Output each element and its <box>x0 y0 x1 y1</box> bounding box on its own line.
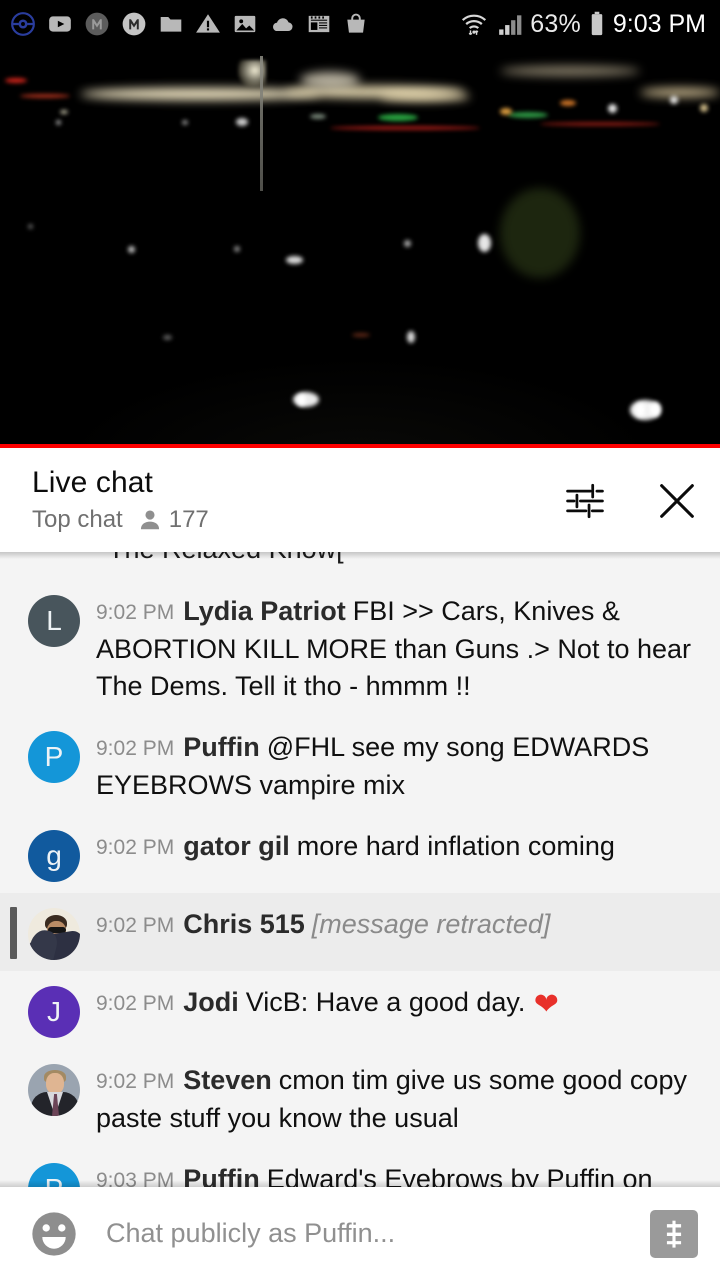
news-icon <box>308 15 330 33</box>
partial-message-row: The Relaxed Know[ <box>0 552 720 580</box>
photo-icon <box>234 15 256 33</box>
message-text: VicB: Have a good day. <box>245 987 526 1017</box>
pokemon-go-icon <box>11 12 35 36</box>
message-author[interactable]: Lydia Patriot <box>183 596 346 626</box>
avatar[interactable]: J <box>28 986 80 1038</box>
chat-header-actions <box>562 466 700 524</box>
message-body: 9:02 PM gator gil more hard inflation comi… <box>96 826 702 866</box>
chat-message-row[interactable]: L 9:02 PM Lydia Patriot FBI >> Cars, Knives… <box>0 580 720 716</box>
viewer-count: 177 <box>168 506 209 533</box>
chat-settings-sliders-icon <box>566 483 604 519</box>
chat-message-row[interactable]: 9:02 PM Chris 515 [message retracted] <box>0 893 720 971</box>
message-body: 9:03 PM Puffin Edward's Eyebrows by Puffin… <box>96 1159 702 1187</box>
partial-message-text: The Relaxed Know[ <box>108 552 344 565</box>
warning-triangle-icon <box>196 14 220 33</box>
chat-message-row[interactable]: g 9:02 PM gator gil more hard inflation com… <box>0 815 720 893</box>
message-author[interactable]: Puffin <box>183 732 259 762</box>
wifi-icon <box>462 14 487 36</box>
message-highlight-bar <box>10 907 17 959</box>
message-body: 9:02 PM Jodi VicB: Have a good day. ❤ <box>96 982 702 1023</box>
cloud-icon <box>273 18 293 32</box>
close-icon <box>660 484 694 518</box>
avatar[interactable] <box>28 1064 80 1116</box>
live-chat-header: Live chat Top chat 177 <box>0 452 720 552</box>
message-body: 9:02 PM Lydia Patriot FBI >> Cars, Knives … <box>96 591 702 705</box>
chat-message-row[interactable]: P 9:02 PM Puffin @FHL see my song EDWARDS E… <box>0 716 720 815</box>
message-body: 9:02 PM Chris 515 [message retracted] <box>96 904 702 944</box>
folder-icon <box>160 16 182 32</box>
message-timestamp: 9:02 PM <box>96 601 175 624</box>
super-chat-dollar-icon <box>666 1220 682 1248</box>
message-author[interactable]: gator gil <box>183 831 290 861</box>
message-body: 9:02 PM Steven cmon tim give us some good … <box>96 1060 702 1137</box>
chat-message-list[interactable]: The Relaxed Know[ L9:02 PMLydia PatriotF… <box>0 552 720 1187</box>
chat-input-bar: Chat publicly as Puffin... <box>0 1187 720 1280</box>
chat-input-field[interactable]: Chat publicly as Puffin... <box>106 1218 650 1249</box>
message-text: [message retracted] <box>311 909 551 939</box>
video-player[interactable] <box>0 48 720 448</box>
flag-pole <box>260 56 263 191</box>
status-bar-system-icons: 63% 9:03 PM <box>458 10 710 38</box>
chat-header-subtitle: Top chat 177 <box>32 506 209 534</box>
emoji-picker-button[interactable] <box>28 1208 80 1260</box>
chat-message-row[interactable]: 9:02 PM Steven cmon tim give us some good … <box>0 1049 720 1148</box>
message-author[interactable]: Jodi <box>183 987 239 1017</box>
message-timestamp: 9:02 PM <box>96 737 175 760</box>
cell-signal-icon <box>499 15 522 35</box>
avatar[interactable]: L <box>28 595 80 647</box>
message-timestamp: 9:02 PM <box>96 836 175 859</box>
chat-header-titles: Live chat Top chat 177 <box>32 466 209 534</box>
super-chat-button[interactable] <box>650 1209 698 1258</box>
person-icon <box>140 510 159 530</box>
viewer-count-group: 177 <box>137 506 209 534</box>
message-text: Edward's Eyebrows by Puffin on YouTube <box>266 1164 653 1187</box>
avatar[interactable]: P <box>28 1163 80 1187</box>
messenger-light-icon <box>122 12 146 36</box>
city-lights-layer <box>0 48 720 191</box>
chat-message-row[interactable]: P 9:03 PM Puffin Edward's Eyebrows by Puffi… <box>0 1148 720 1187</box>
close-chat-button[interactable] <box>654 478 700 524</box>
message-timestamp: 9:02 PM <box>96 914 175 937</box>
chat-settings-button[interactable] <box>562 478 608 524</box>
page-title: Live chat <box>32 466 153 499</box>
message-timestamp: 9:03 PM <box>96 1169 175 1187</box>
message-author[interactable]: Puffin <box>183 1164 259 1187</box>
message-author[interactable]: Chris 515 <box>183 909 305 939</box>
status-bar: 63% 9:03 PM <box>0 0 720 48</box>
message-timestamp: 9:02 PM <box>96 992 175 1015</box>
chat-mode-label[interactable]: Top chat <box>32 506 123 534</box>
shopping-bag-icon <box>347 13 365 33</box>
heart-emoji-icon: ❤ <box>525 988 559 1021</box>
message-body: 9:02 PM Puffin @FHL see my song EDWARDS EY… <box>96 727 702 804</box>
video-progress-bar[interactable] <box>0 444 720 448</box>
status-bar-clock: 9:03 PM <box>612 9 706 38</box>
youtube-icon <box>49 16 71 32</box>
emoji-smiley-icon <box>32 1211 76 1256</box>
message-text: more hard inflation coming <box>296 831 615 861</box>
messenger-dark-icon <box>85 12 109 36</box>
messages-container: L 9:02 PM Lydia Patriot FBI >> Cars, Knives… <box>0 580 720 1187</box>
battery-icon <box>591 11 603 36</box>
chat-message-row[interactable]: J 9:02 PM Jodi VicB: Have a good day. ❤ <box>0 971 720 1049</box>
battery-percent-label: 63% <box>530 9 581 38</box>
avatar[interactable]: P <box>28 731 80 783</box>
message-author[interactable]: Steven <box>183 1065 272 1095</box>
message-timestamp: 9:02 PM <box>96 1070 175 1093</box>
avatar[interactable]: g <box>28 830 80 882</box>
status-bar-notification-icons <box>10 11 369 37</box>
avatar[interactable] <box>28 908 80 960</box>
message-text: @FHL see my song EDWARDS EYEBROWS vampir… <box>96 732 650 800</box>
